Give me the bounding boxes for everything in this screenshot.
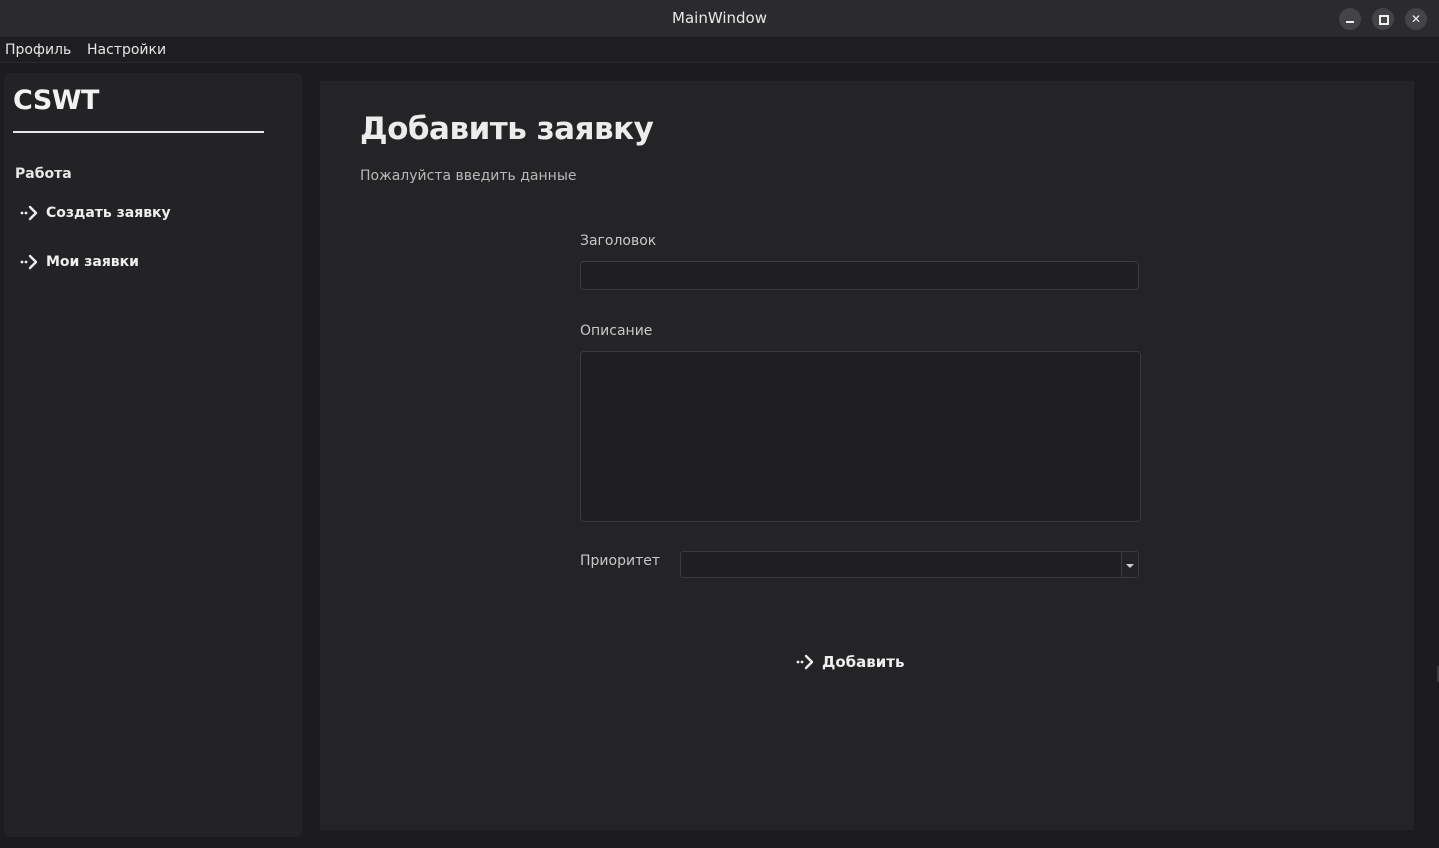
title-input[interactable] xyxy=(580,261,1139,290)
window-title: MainWindow xyxy=(672,9,767,27)
sidebar-item-label: Мои заявки xyxy=(46,254,139,270)
sidebar-item-label: Создать заявку xyxy=(46,205,171,221)
close-icon: ✕ xyxy=(1410,12,1422,26)
page-title: Добавить заявку xyxy=(360,111,654,147)
add-request-button[interactable]: Добавить xyxy=(796,651,904,673)
priority-dropdown-button[interactable] xyxy=(1121,552,1138,577)
app-logo: CSWT xyxy=(13,85,99,116)
main-window: MainWindow ✕ Профиль Настройки CSWT Рабо… xyxy=(0,0,1439,848)
chevron-down-icon xyxy=(1126,564,1134,568)
arrow-right-icon xyxy=(20,254,38,270)
maximize-button[interactable] xyxy=(1372,8,1394,30)
minimize-button[interactable] xyxy=(1339,8,1361,30)
priority-select[interactable] xyxy=(680,551,1139,578)
description-field-label: Описание xyxy=(580,323,653,339)
title-field-label: Заголовок xyxy=(580,233,657,249)
sidebar-item-create-request[interactable]: Создать заявку xyxy=(20,202,171,224)
priority-field-label: Приоритет xyxy=(580,553,660,569)
description-textarea[interactable] xyxy=(580,351,1141,522)
title-bar[interactable]: MainWindow ✕ xyxy=(0,0,1439,38)
page-subtitle: Пожалуйста введить данные xyxy=(360,168,577,184)
arrow-right-icon xyxy=(796,654,814,670)
menu-bar: Профиль Настройки xyxy=(0,38,1439,63)
main-panel: Добавить заявку Пожалуйста введить данны… xyxy=(320,81,1414,830)
maximize-icon xyxy=(1379,15,1389,25)
logo-divider xyxy=(13,131,264,133)
close-button[interactable]: ✕ xyxy=(1405,8,1427,30)
sidebar: CSWT Работа Создать заявку Мои заявки xyxy=(4,73,302,837)
minimize-icon xyxy=(1346,21,1354,23)
add-request-button-label: Добавить xyxy=(822,653,905,671)
menu-settings[interactable]: Настройки xyxy=(87,42,166,58)
sidebar-item-my-requests[interactable]: Мои заявки xyxy=(20,251,139,273)
menu-profile[interactable]: Профиль xyxy=(5,42,71,58)
arrow-right-icon xyxy=(20,205,38,221)
sidebar-section-work: Работа xyxy=(15,166,72,182)
